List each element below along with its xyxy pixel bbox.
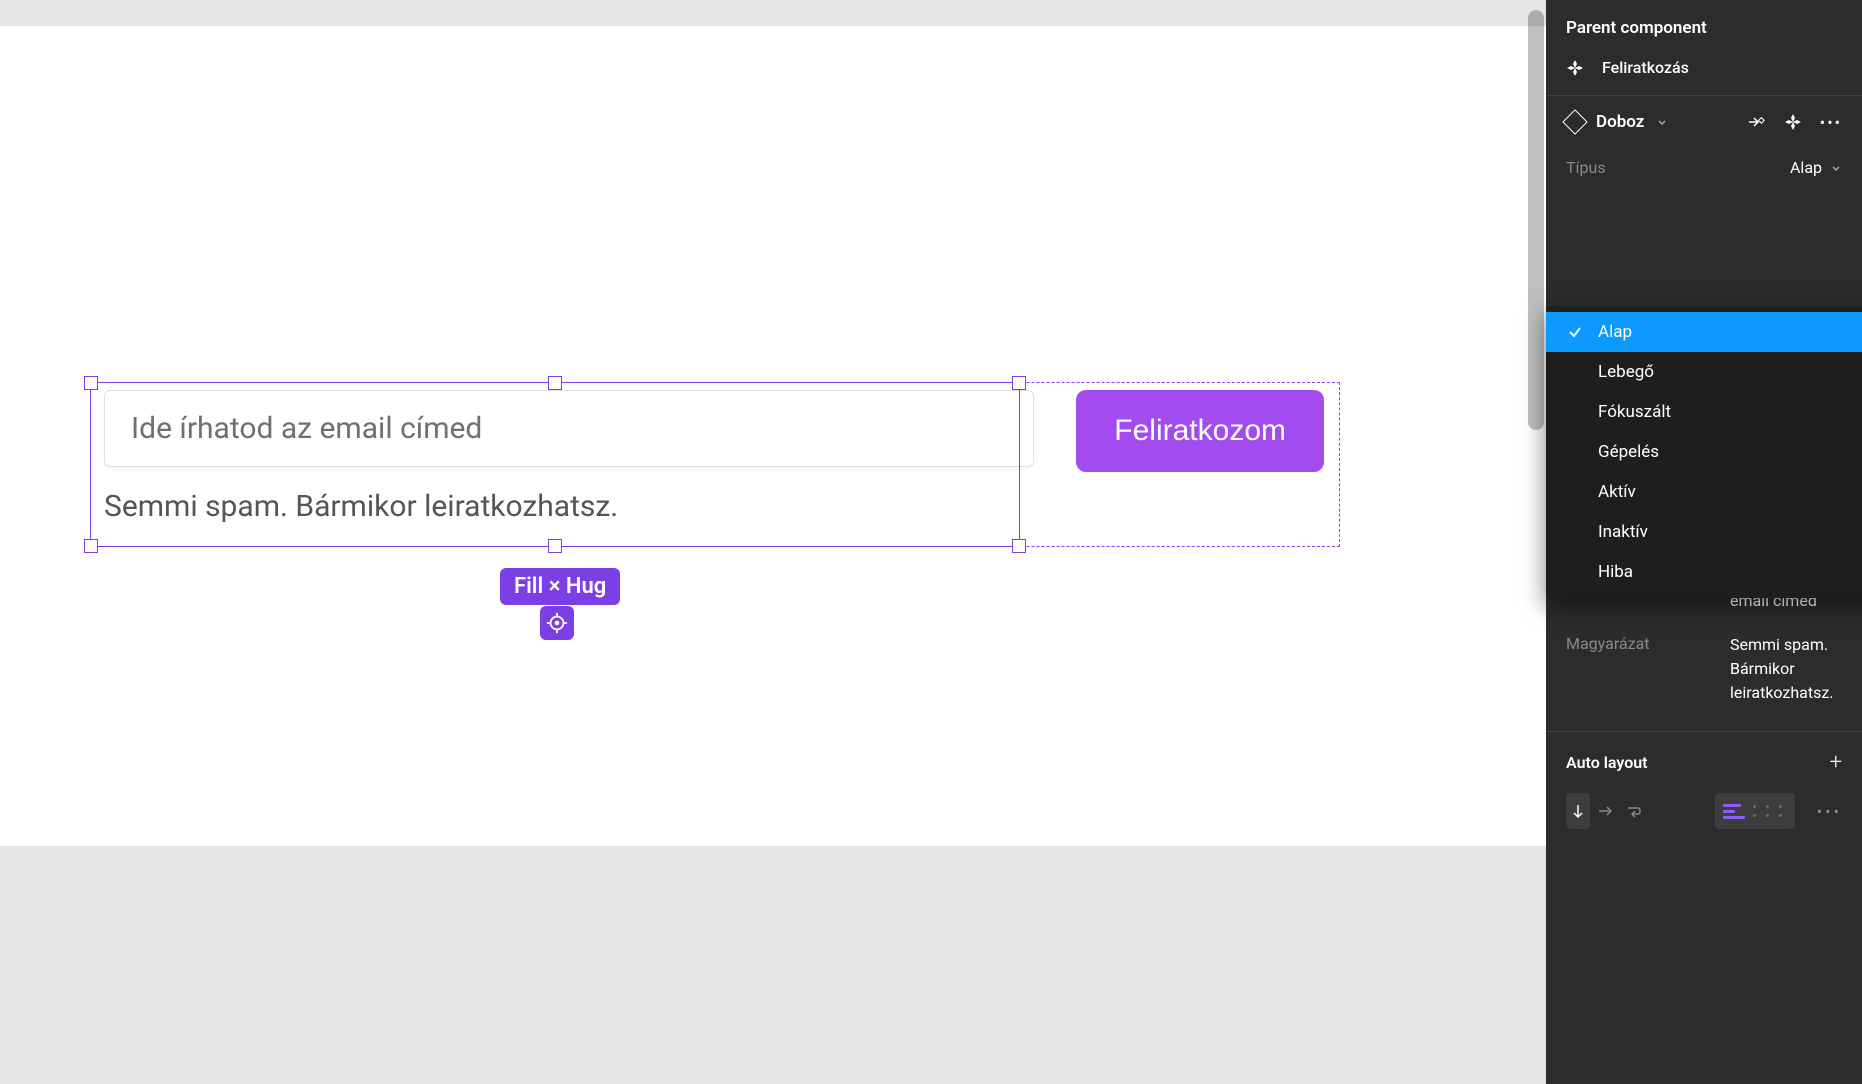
component-header-actions: ••• [1746, 112, 1842, 132]
direction-horizontal-icon[interactable] [1594, 793, 1618, 829]
autolayout-section: Auto layout + [1546, 732, 1862, 847]
autolayout-controls: ••• [1566, 793, 1842, 829]
dropdown-option-hiba[interactable]: Hiba [1546, 552, 1862, 592]
component-set-icon[interactable] [1784, 113, 1802, 131]
scrollbar-vertical[interactable] [1528, 10, 1544, 430]
component-set-icon [1566, 59, 1584, 77]
dropdown-option-label: Aktív [1598, 482, 1636, 502]
dropdown-option-lebego[interactable]: Lebegő [1546, 352, 1862, 392]
check-icon [1566, 325, 1584, 339]
canvas-area[interactable]: Ide írhatod az email címed Semmi spam. B… [0, 0, 1546, 1084]
dropdown-option-fokuszalt[interactable]: Fókuszált [1546, 392, 1862, 432]
dropdown-option-aktiv[interactable]: Aktív [1546, 472, 1862, 512]
resize-handle-bottom-right[interactable] [1012, 539, 1026, 553]
dropdown-option-label: Alap [1598, 322, 1632, 342]
chevron-down-icon [1830, 162, 1842, 174]
chevron-down-icon [1656, 116, 1668, 128]
component-header: Doboz ••• [1546, 96, 1862, 148]
dropdown-option-alap[interactable]: Alap [1546, 312, 1862, 352]
goto-main-icon[interactable] [1746, 112, 1766, 132]
type-property-row[interactable]: Típus Alap [1546, 148, 1862, 187]
dropdown-option-label: Hiba [1598, 562, 1633, 582]
more-icon[interactable]: ••• [1820, 113, 1842, 132]
resize-handle-bottom-mid[interactable] [548, 539, 562, 553]
align-dots [1753, 805, 1787, 817]
type-label: Típus [1566, 158, 1606, 177]
dropdown-option-label: Gépelés [1598, 442, 1659, 462]
explanation-property-row[interactable]: Magyarázat Semmi spam. Bármikor leiratko… [1566, 623, 1842, 715]
workspace: Ide írhatod az email címed Semmi spam. B… [0, 0, 1862, 1084]
component-name-wrap[interactable]: Doboz [1566, 112, 1668, 132]
parent-component-section: Parent component Feliratkozás [1546, 0, 1862, 96]
parent-component-name: Feliratkozás [1602, 58, 1689, 77]
type-value-wrap[interactable]: Alap [1790, 158, 1842, 177]
resize-handle-top-mid[interactable] [548, 376, 562, 390]
dropdown-option-label: Inaktív [1598, 522, 1648, 542]
autolayout-header: Auto layout + [1566, 750, 1842, 775]
direction-wrap-icon[interactable] [1621, 793, 1645, 829]
autolayout-more-icon[interactable]: ••• [1817, 802, 1842, 821]
dropdown-option-label: Lebegő [1598, 362, 1654, 382]
direction-vertical-icon[interactable] [1566, 793, 1590, 829]
dropdown-option-label: Fókuszált [1598, 402, 1671, 422]
dropdown-option-gepeles[interactable]: Gépelés [1546, 432, 1862, 472]
explanation-label: Magyarázat [1566, 633, 1716, 705]
alignment-grid[interactable] [1715, 793, 1795, 829]
parent-component-row[interactable]: Feliratkozás [1566, 58, 1842, 77]
align-bars-icon [1723, 804, 1745, 819]
type-dropdown: Alap Lebegő Fókuszált Gépelés Aktív Inak… [1546, 306, 1862, 598]
variant-diamond-icon [1562, 109, 1587, 134]
parent-component-title: Parent component [1566, 18, 1842, 38]
size-badge: Fill × Hug [500, 568, 620, 605]
resize-handle-bottom-left[interactable] [84, 539, 98, 553]
plus-icon[interactable]: + [1830, 750, 1842, 775]
resize-handle-top-right[interactable] [1012, 376, 1026, 390]
autolayout-title: Auto layout [1566, 753, 1648, 772]
properties-panel: Parent component Feliratkozás Doboz [1546, 0, 1862, 1084]
explanation-value: Semmi spam. Bármikor leiratkozhatsz. [1730, 633, 1842, 705]
resize-handle-top-left[interactable] [84, 376, 98, 390]
type-value: Alap [1790, 158, 1822, 177]
component-name: Doboz [1596, 112, 1644, 132]
target-icon[interactable] [540, 606, 574, 640]
dropdown-option-inaktiv[interactable]: Inaktív [1546, 512, 1862, 552]
selection-solid-outline[interactable] [90, 382, 1020, 547]
